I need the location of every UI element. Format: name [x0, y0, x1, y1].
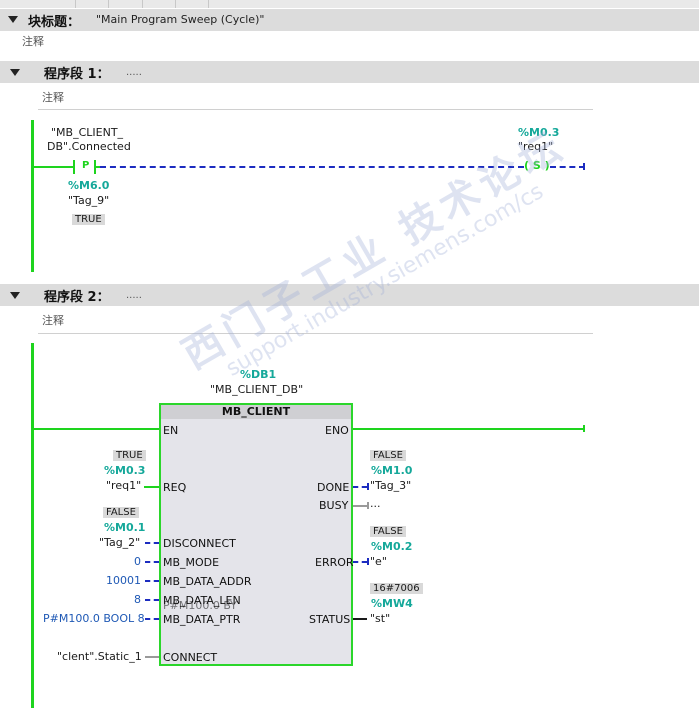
collapse-icon[interactable]	[10, 292, 20, 299]
coil-address[interactable]: %M0.3	[518, 126, 559, 139]
busy-tag[interactable]: ...	[370, 497, 381, 510]
dashed-wire	[550, 166, 585, 168]
mb-data-ptr-constant[interactable]: P#M100.0 BOOL 8	[43, 612, 145, 625]
mb-client-block[interactable]: MB_CLIENT	[159, 403, 353, 666]
done-tag[interactable]: "Tag_3"	[370, 479, 411, 492]
pin-req[interactable]: REQ	[163, 481, 186, 494]
eno-wire	[353, 428, 585, 430]
pin-mb-data-len[interactable]: MB_DATA_LEN	[163, 594, 241, 607]
powerflow-wire	[33, 166, 73, 168]
mb-mode-wire	[145, 561, 159, 563]
network-1-comment[interactable]: 注释	[42, 89, 64, 105]
power-rail	[31, 120, 34, 272]
block-title-label: 块标题：	[28, 15, 81, 30]
pin-status[interactable]: STATUS	[309, 613, 350, 626]
mb-data-len-wire	[145, 599, 159, 601]
pin-busy[interactable]: BUSY	[319, 499, 348, 512]
watermark-line2: support.industry.siemens.com/cs	[221, 179, 548, 382]
toolbar-strip	[0, 0, 699, 8]
collapse-icon[interactable]	[10, 69, 20, 76]
status-value: 16#7006	[370, 583, 423, 594]
network-2-comment[interactable]: 注释	[42, 312, 64, 328]
pin-error[interactable]: ERROR	[315, 556, 354, 569]
pin-eno[interactable]: ENO	[325, 424, 349, 437]
done-value: FALSE	[370, 450, 406, 461]
edge-bit-tag[interactable]: "Tag_9"	[68, 194, 109, 207]
pin-disconnect[interactable]: DISCONNECT	[163, 537, 236, 550]
network-2-title: 程序段 2：	[44, 290, 110, 305]
instance-db-name[interactable]: "MB_CLIENT_DB"	[210, 383, 303, 396]
wire-end-marker	[583, 163, 585, 170]
req-tag[interactable]: "req1"	[106, 479, 141, 492]
pin-mb-data-addr[interactable]: MB_DATA_ADDR	[163, 575, 251, 588]
error-address[interactable]: %M0.2	[371, 540, 412, 553]
block-name: MB_CLIENT	[161, 405, 351, 419]
network-2-dots[interactable]: .....	[126, 290, 142, 301]
dashed-wire	[100, 166, 524, 168]
comment-divider	[38, 333, 593, 334]
mb-data-addr-wire	[145, 580, 159, 582]
req-value: TRUE	[113, 450, 146, 461]
disconnect-value: FALSE	[103, 507, 139, 518]
disconnect-address[interactable]: %M0.1	[104, 521, 145, 534]
contact-tag-line2[interactable]: DB".Connected	[47, 140, 131, 153]
wire-end-marker	[367, 483, 369, 490]
network-1-title: 程序段 1：	[44, 67, 110, 82]
block-comment[interactable]: 注释	[22, 33, 44, 49]
error-tag[interactable]: "e"	[370, 555, 387, 568]
pin-done[interactable]: DONE	[317, 481, 349, 494]
contact-symbol: P	[82, 160, 90, 171]
comment-divider	[38, 109, 593, 110]
busy-wire	[353, 505, 367, 507]
power-rail	[31, 343, 34, 708]
pin-en[interactable]: EN	[163, 424, 178, 437]
set-coil[interactable]: ( S )	[524, 159, 550, 172]
wire-end-marker	[367, 502, 369, 509]
coil-tag[interactable]: "req1"	[518, 140, 553, 153]
done-wire	[353, 486, 367, 488]
connect-tag[interactable]: "clent".Static_1	[57, 650, 142, 663]
en-wire	[33, 428, 159, 430]
collapse-icon[interactable]	[8, 16, 18, 23]
connect-wire	[145, 656, 159, 658]
done-address[interactable]: %M1.0	[371, 464, 412, 477]
edge-bit-address[interactable]: %M6.0	[68, 179, 109, 192]
status-address[interactable]: %MW4	[371, 597, 413, 610]
contact-tag-line1[interactable]: "MB_CLIENT_	[51, 126, 123, 139]
mb-mode-constant[interactable]: 0	[134, 555, 141, 568]
error-value: FALSE	[370, 526, 406, 537]
req-address[interactable]: %M0.3	[104, 464, 145, 477]
pin-mb-mode[interactable]: MB_MODE	[163, 556, 219, 569]
pin-connect[interactable]: CONNECT	[163, 651, 217, 664]
watermark-line1: 西门子工业 技术论坛	[175, 121, 574, 379]
error-wire	[353, 561, 367, 563]
network-1-dots[interactable]: .....	[126, 67, 142, 78]
block-title-value[interactable]: "Main Program Sweep (Cycle)"	[96, 13, 264, 26]
wire-end-marker	[583, 425, 585, 432]
edge-bit-value: TRUE	[72, 214, 105, 225]
disconnect-tag[interactable]: "Tag_2"	[99, 536, 140, 549]
mb-data-len-constant[interactable]: 8	[134, 593, 141, 606]
pin-mb-data-ptr[interactable]: MB_DATA_PTR	[163, 613, 240, 626]
status-tag[interactable]: "st"	[370, 612, 390, 625]
disconnect-wire	[145, 542, 159, 544]
status-wire	[353, 618, 367, 620]
req-wire	[144, 486, 159, 488]
mb-data-ptr-wire	[145, 618, 159, 620]
wire-end-marker	[367, 558, 369, 565]
instance-db-address[interactable]: %DB1	[240, 368, 276, 381]
mb-data-addr-constant[interactable]: 10001	[106, 574, 141, 587]
